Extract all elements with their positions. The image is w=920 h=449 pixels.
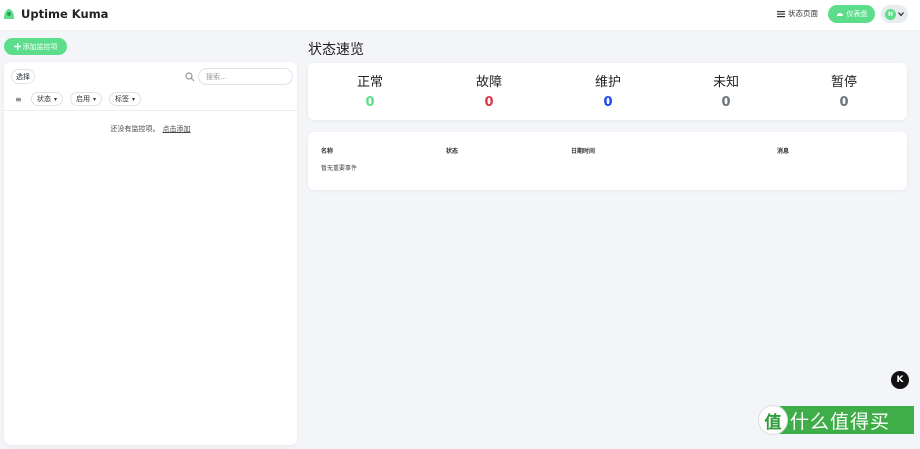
add-monitor-button[interactable]: 添加监控项 [4,38,67,55]
add-monitor-link[interactable]: 点击添加 [163,125,191,133]
dashboard-label: 仪表盘 [846,10,868,18]
column-header-message: 消息 [777,148,790,155]
column-header-name: 名称 [321,148,334,155]
select-button[interactable]: 选择 [11,69,35,84]
status-page-link[interactable]: 状态页面 [777,8,818,19]
chevron-down-icon: ▾ [93,95,97,103]
column-header-datetime: 日期时间 [571,148,596,155]
stat-paused: 暂停 0 [804,71,884,110]
stat-value: 0 [721,95,731,110]
chevron-down-icon: ▾ [54,95,58,103]
plus-icon [13,43,21,50]
stat-value: 0 [365,95,375,110]
stat-label: 维护 [594,75,621,90]
column-header-status: 状态 [446,148,459,155]
monitor-list-panel: 选择 ≡ 状态 ▾ 启用 ▾ 标签 ▾ 还没有监控项。点击添加 [4,62,297,445]
avatar: H [885,8,896,20]
stat-down: 故障 0 [449,71,529,110]
app-title[interactable]: Uptime Kuma [21,7,108,21]
active-filter-label: 启用 [76,95,90,103]
tags-filter-label: 标签 [115,95,129,103]
stat-value: 0 [603,95,613,110]
filter-icon[interactable]: ≡ [15,95,22,104]
search-icon [185,72,195,82]
status-stats-card: 正常 0 故障 0 维护 0 未知 0 暂停 0 [308,63,907,120]
status-filter[interactable]: 状态 ▾ [31,92,64,106]
dashboard-button[interactable]: 仪表盘 [828,5,875,23]
chevron-down-icon: ▾ [132,95,136,103]
watermark-logo-icon: 值 [758,405,788,435]
stat-label: 故障 [475,75,502,90]
stat-label: 暂停 [830,75,857,90]
stat-unknown: 未知 0 [686,71,766,110]
tags-filter[interactable]: 标签 ▾ [109,92,142,106]
stat-value: 0 [484,95,494,110]
k-badge-icon[interactable]: K [891,371,909,389]
chevron-down-icon [898,12,904,17]
stat-maintenance: 维护 0 [568,71,648,110]
divider [4,110,297,111]
page-title: 状态速览 [308,42,364,58]
status-filter-label: 状态 [37,95,51,103]
add-monitor-label: 添加监控项 [22,42,58,51]
active-filter[interactable]: 启用 ▾ [70,92,103,106]
gauge-icon [836,13,843,16]
uptime-kuma-logo [4,9,14,19]
stat-value: 0 [839,95,849,110]
empty-monitor-list: 还没有监控项。 点击添加 [4,124,297,134]
important-events-table: 名称 状态 日期时间 消息 暂无重要事件 [308,132,907,190]
watermark: 什么值得买 值 [758,404,914,438]
watermark-text: 什么值得买 [780,406,914,434]
status-page-label: 状态页面 [788,9,818,18]
top-navbar: Uptime Kuma 状态页面 仪表盘 H [0,0,920,31]
list-icon [777,10,785,17]
stat-label: 正常 [356,75,383,90]
empty-text: 还没有监控项。 [110,125,160,133]
stat-label: 未知 [712,75,739,90]
search-input[interactable] [198,68,293,85]
stat-up: 正常 0 [330,71,410,110]
no-events-text: 暂无重要事件 [321,165,358,172]
profile-dropdown[interactable]: H [881,5,908,23]
